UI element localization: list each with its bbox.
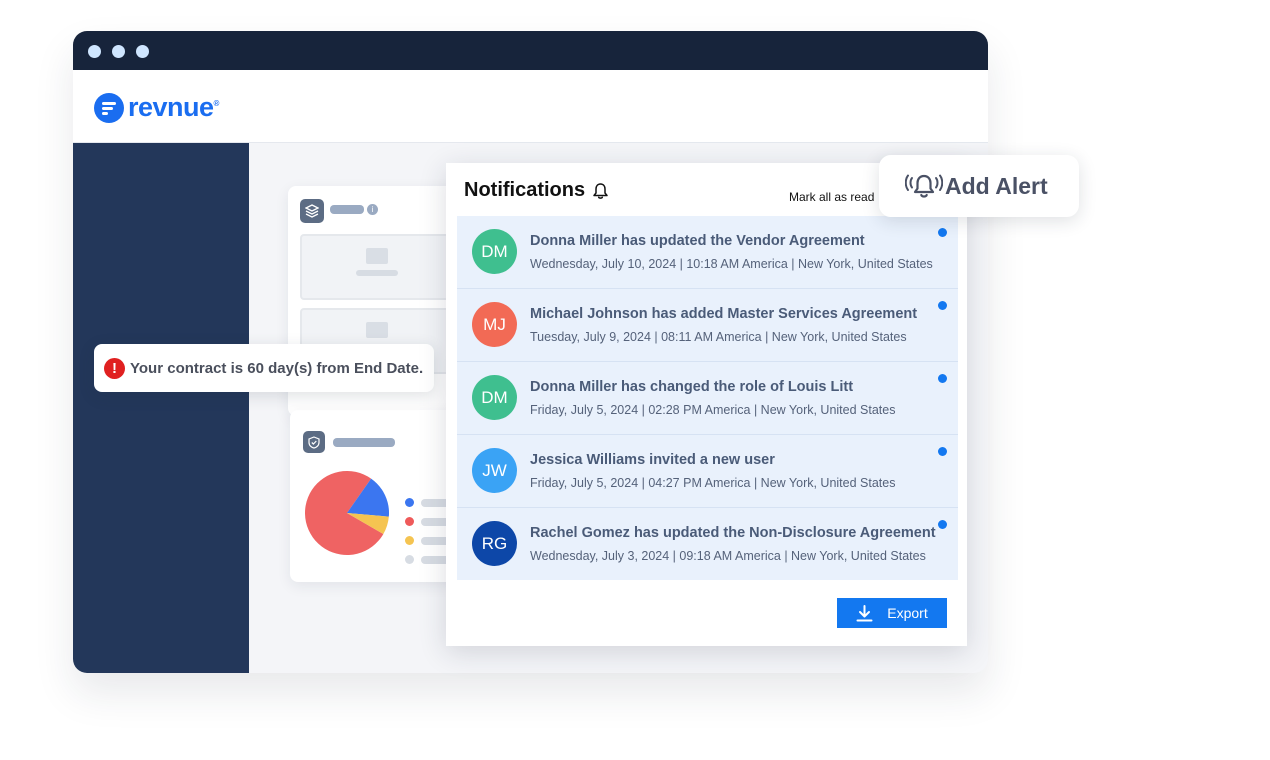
revnue-logo-icon (94, 92, 124, 123)
notification-item[interactable]: DM Donna Miller has changed the role of … (457, 362, 958, 435)
legend-dot-red (405, 517, 414, 526)
notification-title: Donna Miller has updated the Vendor Agre… (530, 233, 865, 249)
unread-dot (938, 228, 947, 237)
legend-dot-blue (405, 498, 414, 507)
info-icon: i (367, 204, 378, 215)
window-titlebar (73, 31, 988, 70)
export-button-label: Export (887, 605, 928, 621)
exclamation-icon: ! (104, 357, 125, 379)
window-dot-minimize[interactable] (112, 45, 125, 58)
notifications-title: Notifications (464, 179, 609, 202)
unread-dot (938, 447, 947, 456)
notification-item[interactable]: DM Donna Miller has updated the Vendor A… (457, 216, 958, 289)
notification-timestamp: Wednesday, July 10, 2024 | 10:18 AM Amer… (530, 257, 933, 271)
notification-item[interactable]: RG Rachel Gomez has updated the Non-Disc… (457, 508, 958, 580)
window-dot-close[interactable] (88, 45, 101, 58)
notification-list: DM Donna Miller has updated the Vendor A… (457, 216, 958, 580)
tile-label-placeholder (356, 270, 398, 276)
bell-icon (593, 182, 608, 199)
window-dot-maximize[interactable] (136, 45, 149, 58)
avatar: JW (472, 448, 517, 493)
tile-image-placeholder (366, 248, 388, 264)
download-icon (856, 604, 873, 621)
pie-chart (304, 471, 389, 556)
notification-title: Jessica Williams invited a new user (530, 452, 775, 468)
notifications-panel: Notifications Mark all as read DM Donna … (446, 163, 967, 646)
avatar: MJ (472, 302, 517, 347)
notification-timestamp: Tuesday, July 9, 2024 | 08:11 AM America… (530, 330, 907, 344)
notification-timestamp: Friday, July 5, 2024 | 02:28 PM America … (530, 403, 896, 417)
notification-timestamp: Wednesday, July 3, 2024 | 09:18 AM Ameri… (530, 549, 926, 563)
avatar: DM (472, 229, 517, 274)
unread-dot (938, 301, 947, 310)
sidebar (73, 143, 249, 673)
brand-name: revnue® (128, 92, 219, 122)
unread-dot (938, 520, 947, 529)
export-button[interactable]: Export (837, 598, 947, 628)
notifications-title-text: Notifications (464, 179, 586, 201)
tile-image-placeholder (366, 322, 388, 338)
add-alert-label: Add Alert (945, 172, 1048, 199)
notification-item[interactable]: MJ Michael Johnson has added Master Serv… (457, 289, 958, 362)
card-title-placeholder (333, 438, 395, 447)
notification-timestamp: Friday, July 5, 2024 | 04:27 PM America … (530, 476, 896, 490)
contract-end-alert[interactable]: ! Your contract is 60 day(s) from End Da… (94, 344, 434, 392)
document-tile[interactable] (300, 234, 464, 300)
layers-icon (300, 199, 324, 223)
notification-item[interactable]: JW Jessica Williams invited a new user F… (457, 435, 958, 508)
notification-title: Rachel Gomez has updated the Non-Disclos… (530, 525, 936, 541)
avatar: DM (472, 375, 517, 420)
unread-dot (938, 374, 947, 383)
mark-all-as-read-link[interactable]: Mark all as read (789, 190, 874, 204)
alarm-bell-icon (905, 174, 943, 198)
shield-icon (303, 431, 325, 453)
brand-logo[interactable]: revnue® (94, 92, 219, 123)
notification-title: Michael Johnson has added Master Service… (530, 306, 918, 322)
legend-dot-gray (405, 555, 414, 564)
add-alert-button[interactable]: Add Alert (879, 155, 1079, 217)
avatar: RG (472, 521, 517, 566)
card-title-placeholder (330, 205, 364, 214)
app-header: revnue® (73, 70, 988, 143)
contract-alert-text: Your contract is 60 day(s) from End Date… (130, 359, 424, 377)
dashboard-card-compliance (290, 410, 470, 582)
legend-dot-yellow (405, 536, 414, 545)
notification-title: Donna Miller has changed the role of Lou… (530, 379, 854, 395)
